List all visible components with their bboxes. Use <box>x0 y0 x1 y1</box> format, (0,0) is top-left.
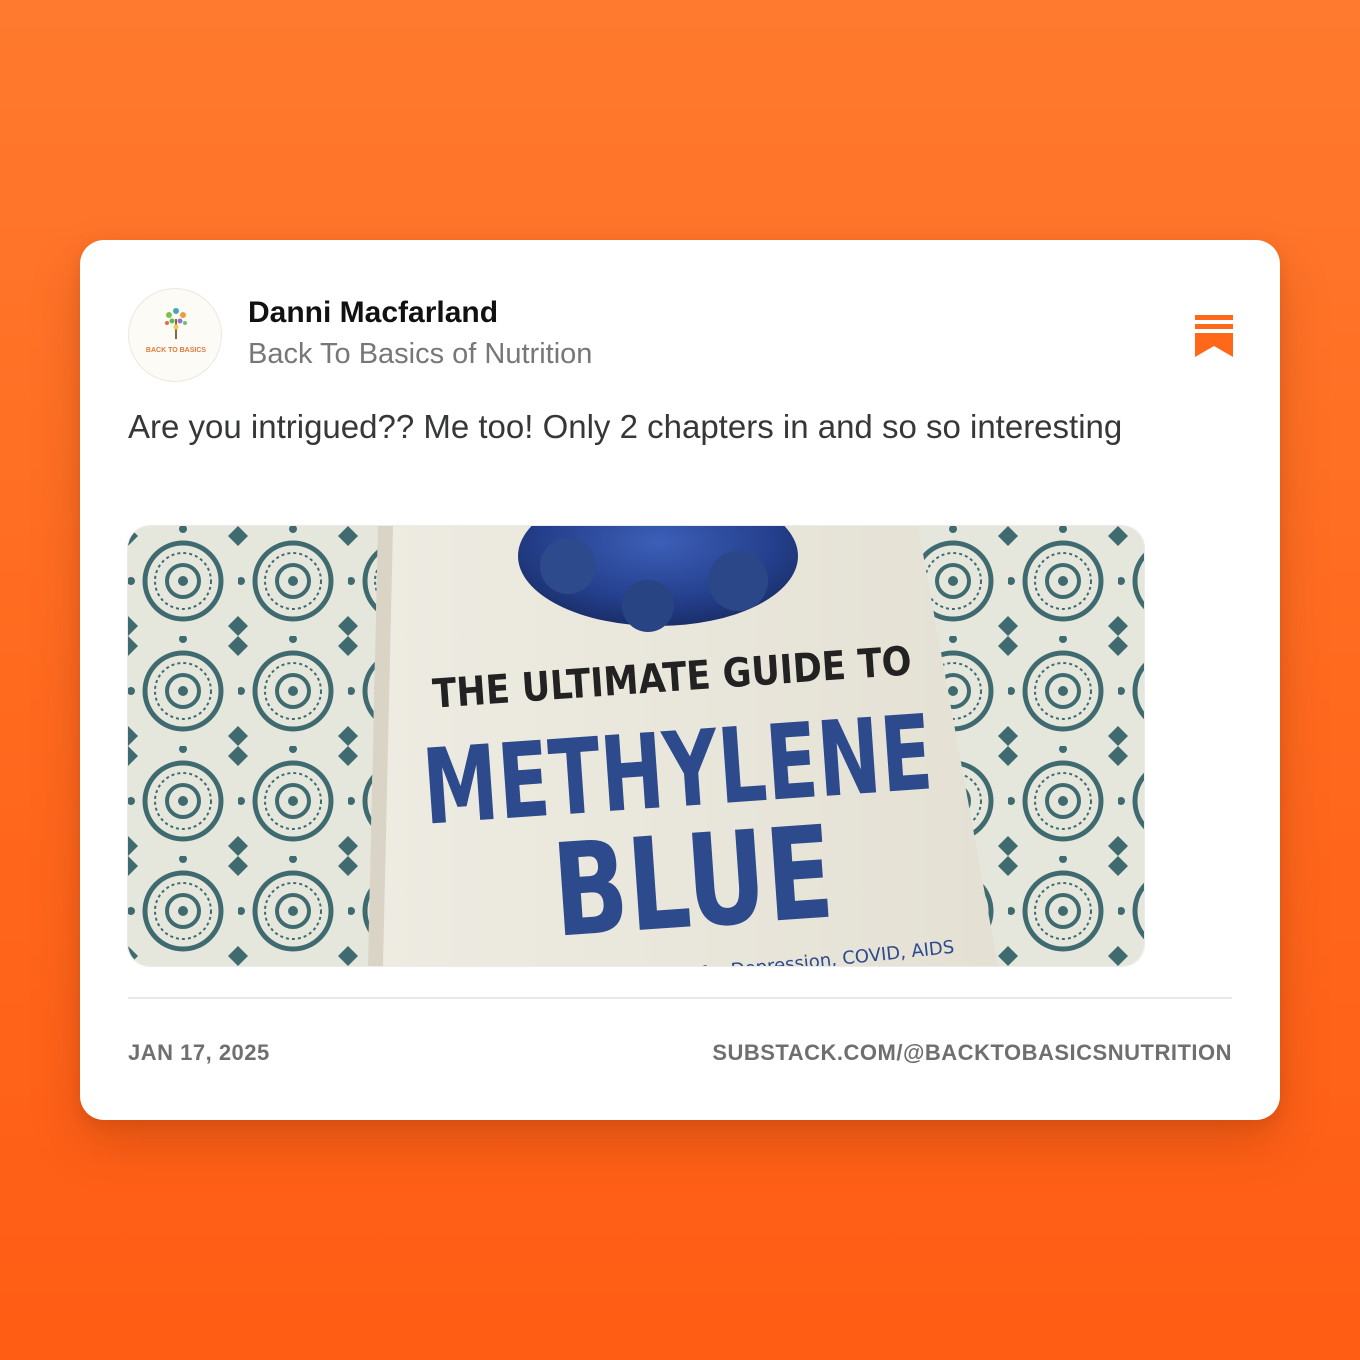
post-image[interactable]: THE ULTIMATE GUIDE TO METHYLENE BLUE for… <box>128 526 1144 966</box>
svg-text:BLUE: BLUE <box>548 799 838 966</box>
back-to-basics-logo-icon: BACK TO BASICS <box>146 308 206 354</box>
svg-text:BACK TO BASICS: BACK TO BASICS <box>146 347 206 354</box>
book-photo-image: THE ULTIMATE GUIDE TO METHYLENE BLUE for… <box>128 526 1144 966</box>
profile-url-link[interactable]: SUBSTACK.COM/@BACKTOBASICSNUTRITION <box>712 1040 1232 1066</box>
author-avatar[interactable]: BACK TO BASICS <box>128 288 222 382</box>
substack-bookmark-icon[interactable] <box>1195 315 1233 357</box>
footer-divider <box>128 997 1232 999</box>
publication-name[interactable]: Back To Basics of Nutrition <box>248 338 592 371</box>
post-text: Are you intrigued?? Me too! Only 2 chapt… <box>128 408 1123 445</box>
post-card: BACK TO BASICS Danni Macfarland Back To … <box>80 240 1280 1120</box>
author-name[interactable]: Danni Macfarland <box>248 296 498 330</box>
post-date: JAN 17, 2025 <box>128 1040 270 1065</box>
